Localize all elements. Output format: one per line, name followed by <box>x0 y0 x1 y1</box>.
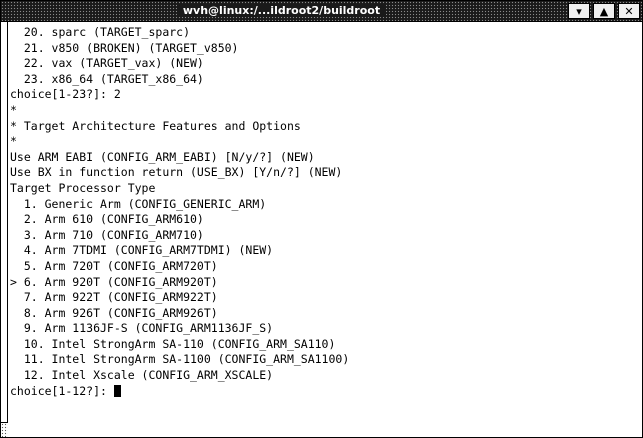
text-cursor <box>113 384 121 397</box>
terminal-line: 22. vax (TARGET_vax) (NEW) <box>10 56 204 71</box>
terminal-line: Use ARM EABI (CONFIG_ARM_EABI) [N/y/?] (… <box>10 149 315 164</box>
terminal-line: Target Processor Type <box>10 180 156 195</box>
terminal-line: Use BX in function return (USE_BX) [Y/n/… <box>10 165 343 180</box>
terminal-line: 12. Intel Xscale (CONFIG_ARM_XSCALE) <box>10 368 274 383</box>
terminal-line-selected: > 6. Arm 920T (CONFIG_ARM920T) <box>10 274 218 289</box>
terminal-line: choice[1-23?]: 2 <box>10 87 121 102</box>
prompt-line[interactable]: choice[1-12?]: <box>10 384 642 400</box>
terminal-line: 21. v850 (BROKEN) (TARGET_v850) <box>10 40 239 55</box>
terminal-line: * Target Architecture Features and Optio… <box>10 118 301 133</box>
maximize-button[interactable]: ▲ <box>593 3 615 19</box>
terminal-line: 2. Arm 610 (CONFIG_ARM610) <box>10 212 204 227</box>
terminal-line: 10. Intel StrongArm SA-110 (CONFIG_ARM_S… <box>10 336 336 351</box>
terminal-line: 23. x86_64 (TARGET_x86_64) <box>10 71 204 86</box>
terminal-output[interactable]: 20. sparc (TARGET_sparc) 21. v850 (BROKE… <box>8 22 642 437</box>
maximize-icon: ▲ <box>599 4 609 18</box>
terminal-line: 7. Arm 922T (CONFIG_ARM922T) <box>10 290 218 305</box>
terminal-line: * <box>10 102 17 117</box>
resize-grip[interactable] <box>1 422 8 437</box>
title-bar[interactable]: wvh@linux:/...ildroot2/buildroot ▾ ▲ ✕ <box>1 1 642 22</box>
close-icon: ✕ <box>624 4 634 18</box>
terminal-line: 3. Arm 710 (CONFIG_ARM710) <box>10 227 204 242</box>
terminal-line: 20. sparc (TARGET_sparc) <box>10 25 191 39</box>
terminal-line: 4. Arm 7TDMI (CONFIG_ARM7TDMI) (NEW) <box>10 243 274 258</box>
terminal-lines: 20. sparc (TARGET_sparc) 21. v850 (BROKE… <box>8 22 642 399</box>
shade-icon: ▾ <box>576 4 582 18</box>
terminal-line: 9. Arm 1136JF-S (CONFIG_ARM1136JF_S) <box>10 321 274 336</box>
window-controls: ▾ ▲ ✕ <box>568 3 640 19</box>
terminal-line: 1. Generic Arm (CONFIG_GENERIC_ARM) <box>10 196 267 211</box>
terminal-line: 5. Arm 720T (CONFIG_ARM720T) <box>10 258 218 273</box>
terminal-line: 11. Intel StrongArm SA-1100 (CONFIG_ARM_… <box>10 352 350 367</box>
terminal-window: wvh@linux:/...ildroot2/buildroot ▾ ▲ ✕ 2… <box>0 0 643 438</box>
terminal-line: 8. Arm 926T (CONFIG_ARM926T) <box>10 305 218 320</box>
close-button[interactable]: ✕ <box>618 3 640 19</box>
window-left-border <box>1 22 8 423</box>
window-title: wvh@linux:/...ildroot2/buildroot <box>1 1 562 21</box>
prompt-text: choice[1-12?]: <box>10 383 114 398</box>
terminal-line: * <box>10 134 17 149</box>
shade-button[interactable]: ▾ <box>568 3 590 19</box>
